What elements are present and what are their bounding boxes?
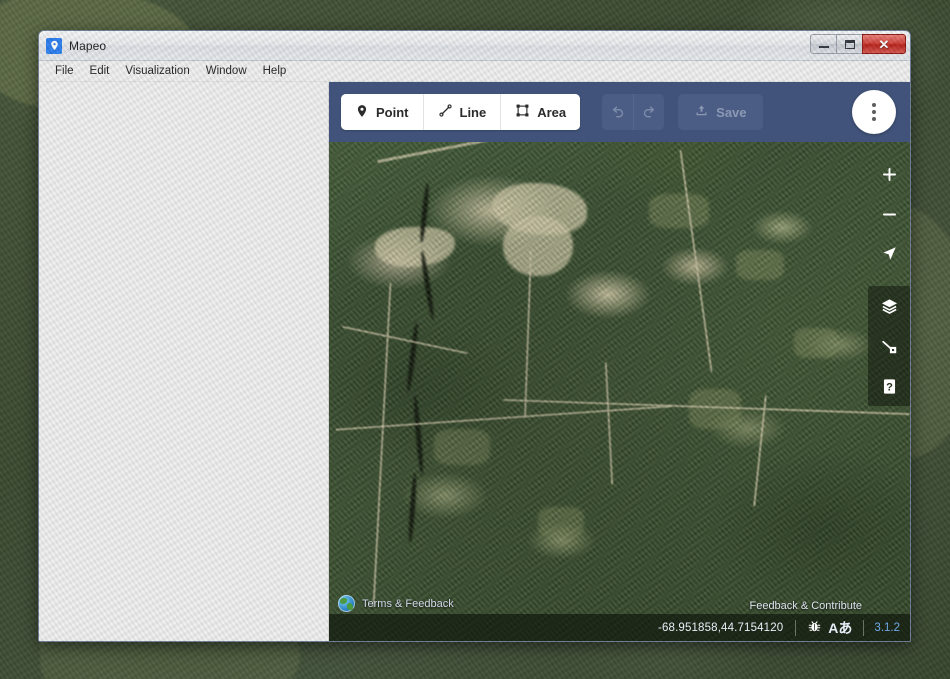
map-statusbar: -68.951858,44.7154120 Aあ 3.1.2 xyxy=(329,614,910,641)
menu-item-help[interactable]: Help xyxy=(255,63,295,79)
satellite-imagery xyxy=(329,82,910,641)
feedback-contribute-link[interactable]: Feedback & Contribute xyxy=(749,600,862,612)
close-button[interactable]: ✕ xyxy=(862,34,906,54)
terms-feedback-label: Terms & Feedback xyxy=(362,597,454,610)
geolocate-button[interactable] xyxy=(868,234,910,274)
bug-icon[interactable] xyxy=(807,619,822,637)
app-map-pin-icon xyxy=(46,37,62,54)
imagery-river xyxy=(406,322,420,393)
imagery-river xyxy=(407,473,418,544)
maximize-button[interactable] xyxy=(836,34,863,54)
redo-button[interactable] xyxy=(633,94,664,130)
edit-geometry-button[interactable] xyxy=(868,326,910,366)
area-icon xyxy=(515,103,530,121)
svg-text:?: ? xyxy=(886,381,893,393)
save-label: Save xyxy=(716,104,747,120)
line-icon xyxy=(438,103,453,121)
imagery-clearing xyxy=(538,506,585,537)
menu-item-visualization[interactable]: Visualization xyxy=(117,63,197,79)
imagery-road xyxy=(335,405,672,432)
area-tool-button[interactable]: Area xyxy=(500,94,581,130)
close-icon: ✕ xyxy=(878,36,890,52)
imagery-quarry xyxy=(503,216,574,277)
menu-item-file[interactable]: File xyxy=(47,63,82,79)
map-area[interactable]: Point Line Area Save ? Terms & Feedback … xyxy=(329,82,910,641)
draw-tools-group: Point Line Area xyxy=(341,94,581,130)
minimize-icon xyxy=(818,46,829,48)
imagery-road xyxy=(604,361,614,485)
menu-item-edit[interactable]: Edit xyxy=(82,63,118,79)
imagery-road xyxy=(679,150,713,372)
map-controls: ? xyxy=(868,154,910,406)
line-tool-label: Line xyxy=(459,104,487,120)
save-button[interactable]: Save xyxy=(678,94,763,130)
kebab-menu-icon[interactable] xyxy=(852,90,896,134)
window-body: Point Line Area Save ? Terms & Feedback … xyxy=(39,82,910,641)
zoom-out-button[interactable] xyxy=(868,194,910,234)
zoom-in-button[interactable] xyxy=(868,154,910,194)
line-tool-button[interactable]: Line xyxy=(422,94,501,130)
window-controls: ✕ xyxy=(810,34,906,54)
translate-icon[interactable]: Aあ xyxy=(828,618,852,638)
menu-item-window[interactable]: Window xyxy=(198,63,255,79)
help-button[interactable]: ? xyxy=(868,366,910,406)
version-label[interactable]: 3.1.2 xyxy=(864,622,900,634)
coordinates-readout: -68.951858,44.7154120 xyxy=(658,621,784,634)
imagery-clearing xyxy=(433,428,490,465)
maximize-icon xyxy=(844,39,855,49)
imagery-road xyxy=(341,325,468,355)
area-tool-label: Area xyxy=(537,104,567,120)
map-controls-group-tools: ? xyxy=(868,286,910,406)
kebab-dot xyxy=(872,110,876,114)
map-pin-icon xyxy=(355,104,369,121)
imagery-clearing xyxy=(648,193,709,228)
imagery-river xyxy=(412,394,425,476)
point-tool-label: Point xyxy=(376,104,409,120)
imagery-clearing xyxy=(689,389,742,430)
mapeo-application-window: Mapeo ✕ File Edit Visualization Window H… xyxy=(38,30,911,642)
kebab-dot xyxy=(872,103,876,107)
imagery-road xyxy=(753,395,767,507)
desktop-background: Mapeo ✕ File Edit Visualization Window H… xyxy=(0,0,950,679)
globe-icon xyxy=(338,595,355,612)
window-titlebar: Mapeo ✕ xyxy=(39,31,910,61)
upload-icon xyxy=(694,103,709,121)
minimize-button[interactable] xyxy=(810,34,837,54)
imagery-clearing xyxy=(793,327,838,358)
menubar: File Edit Visualization Window Help xyxy=(39,61,910,82)
imagery-clearing xyxy=(375,227,456,268)
map-toolbar: Point Line Area Save xyxy=(329,82,910,142)
layers-button[interactable] xyxy=(868,286,910,326)
point-tool-button[interactable]: Point xyxy=(341,94,423,130)
history-group xyxy=(602,94,665,130)
imagery-clearing xyxy=(735,249,784,280)
undo-button[interactable] xyxy=(602,94,633,130)
map-controls-group-navigation xyxy=(868,154,910,274)
kebab-dot xyxy=(872,117,876,121)
statusbar-icon-group: Aあ xyxy=(796,618,863,638)
window-title: Mapeo xyxy=(69,38,107,53)
terms-feedback-link[interactable]: Terms & Feedback xyxy=(338,595,454,612)
left-sidebar-panel xyxy=(39,82,329,641)
